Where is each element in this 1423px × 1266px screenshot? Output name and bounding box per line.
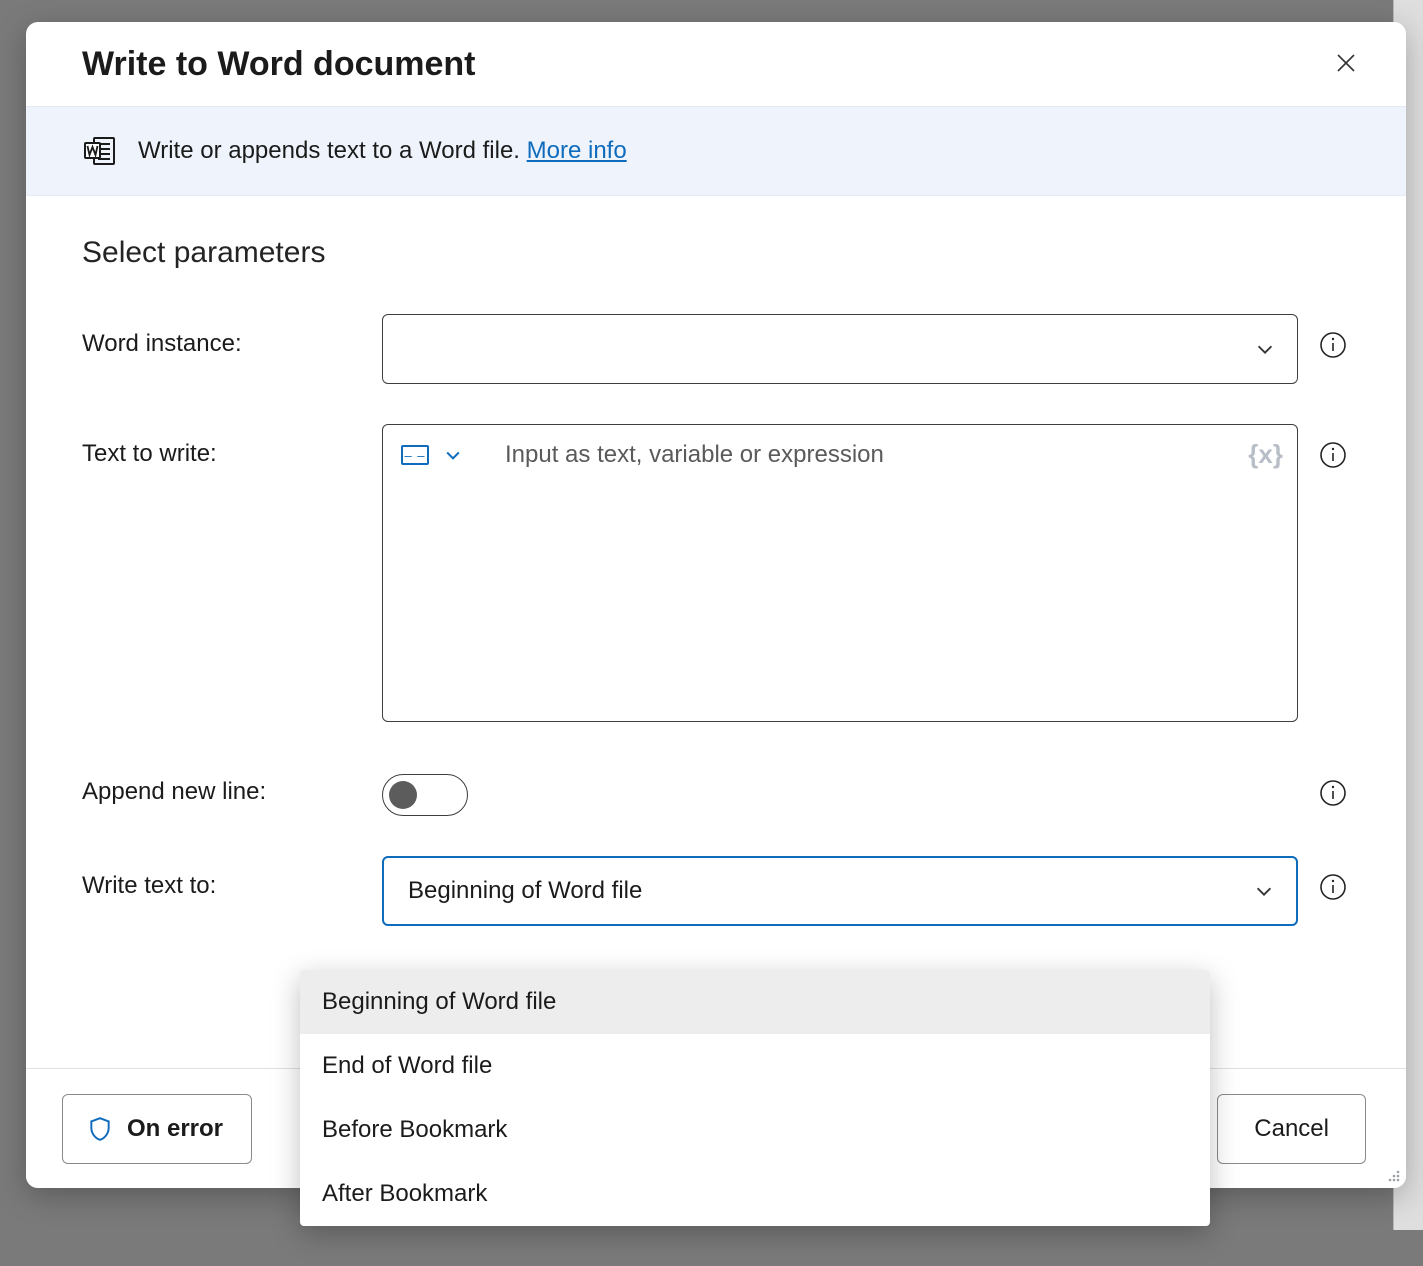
info-icon-append-new-line[interactable] [1316, 776, 1350, 810]
info-icon-write-text-to[interactable] [1316, 870, 1350, 904]
info-icon-text-to-write[interactable] [1316, 438, 1350, 472]
on-error-button[interactable]: On error [62, 1094, 252, 1164]
dropdown-option[interactable]: End of Word file [300, 1034, 1210, 1098]
info-description: Write or appends text to a Word file. [138, 137, 520, 164]
word-document-icon [82, 133, 118, 169]
input-type-chevron-icon[interactable] [441, 443, 465, 467]
cancel-label: Cancel [1254, 1115, 1329, 1142]
resize-grip-icon[interactable] [1384, 1166, 1402, 1184]
section-heading: Select parameters [82, 236, 1350, 270]
chevron-down-icon [1250, 877, 1278, 905]
shield-icon [87, 1116, 113, 1142]
info-text: Write or appends text to a Word file. Mo… [138, 137, 627, 165]
chevron-down-icon [1251, 335, 1279, 363]
text-to-write-placeholder: Input as text, variable or expression [505, 441, 884, 469]
close-icon [1334, 51, 1358, 78]
append-new-line-toggle[interactable] [382, 774, 468, 816]
input-type-icon[interactable]: – – [401, 445, 429, 465]
close-button[interactable] [1326, 44, 1366, 84]
write-text-to-dropdown-popup: Beginning of Word file End of Word file … [300, 970, 1210, 1226]
dialog-header: Write to Word document [26, 22, 1406, 106]
label-write-text-to: Write text to: [82, 856, 382, 900]
dropdown-option[interactable]: Beginning of Word file [300, 970, 1210, 1034]
row-word-instance: Word instance: [82, 314, 1350, 384]
label-text-to-write: Text to write: [82, 424, 382, 468]
word-instance-dropdown[interactable] [382, 314, 1298, 384]
label-word-instance: Word instance: [82, 314, 382, 358]
insert-variable-button[interactable]: {x} [1248, 439, 1283, 470]
row-write-text-to: Write text to: Beginning of Word file [82, 856, 1350, 926]
row-append-new-line: Append new line: [82, 762, 1350, 816]
write-text-to-dropdown[interactable]: Beginning of Word file [382, 856, 1298, 926]
row-text-to-write: Text to write: – – Input as text, variab… [82, 424, 1350, 722]
write-text-to-value: Beginning of Word file [408, 877, 1250, 905]
more-info-link[interactable]: More info [527, 137, 627, 164]
text-to-write-input[interactable]: – – Input as text, variable or expressio… [382, 424, 1298, 722]
dialog-body: Select parameters Word instance: Text to… [26, 196, 1406, 946]
label-append-new-line: Append new line: [82, 762, 382, 806]
info-icon-word-instance[interactable] [1316, 328, 1350, 362]
dropdown-option[interactable]: After Bookmark [300, 1162, 1210, 1226]
dialog-title: Write to Word document [82, 45, 476, 84]
dropdown-option[interactable]: Before Bookmark [300, 1098, 1210, 1162]
info-strip: Write or appends text to a Word file. Mo… [26, 106, 1406, 196]
on-error-label: On error [127, 1115, 223, 1143]
cancel-button[interactable]: Cancel [1217, 1094, 1366, 1164]
